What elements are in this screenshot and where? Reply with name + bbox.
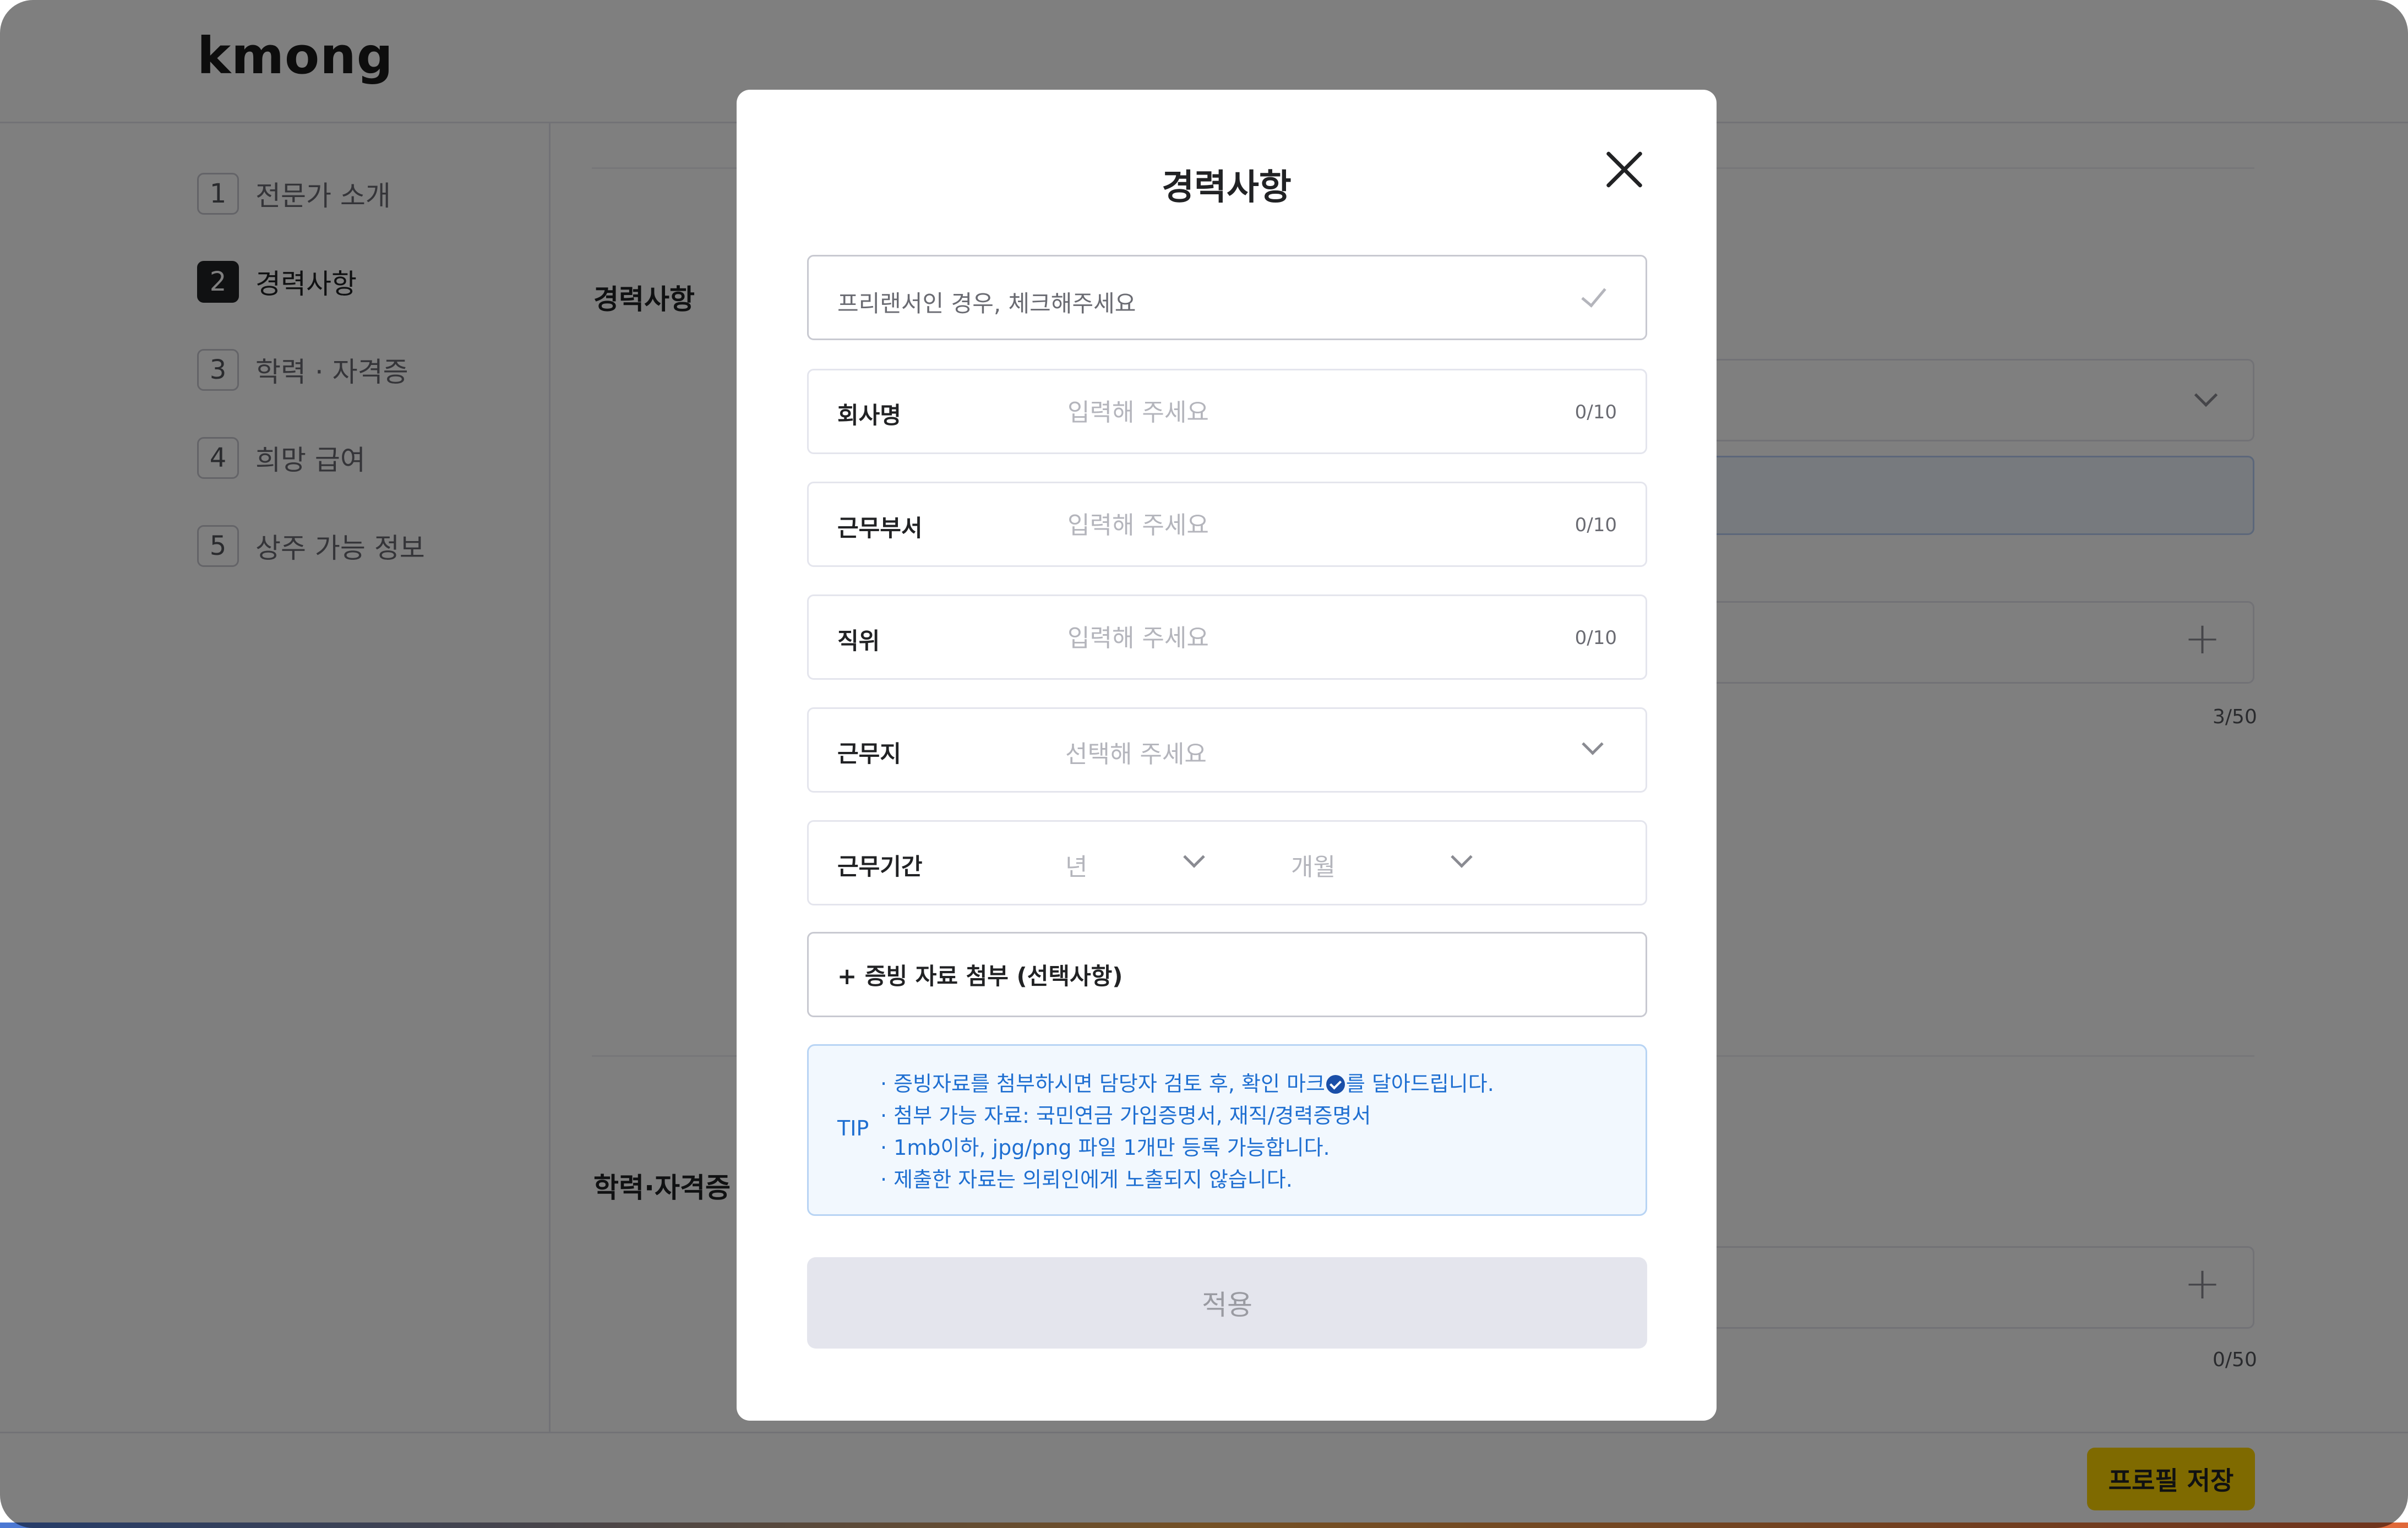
modal-title: 경력사항 [1162,167,1292,208]
month-placeholder: 개월 [1291,853,1336,881]
close-icon[interactable] [1603,148,1647,192]
tip-box: TIP · 증빙자료를 첨부하시면 담당자 검토 후, 확인 마크 를 달아드립니… [807,1044,1647,1216]
period-field: 근무기간 년 개월 [807,820,1647,905]
verified-badge-icon [1326,1075,1345,1094]
char-count: 0/10 [1575,401,1617,423]
freelancer-checkbox[interactable]: 프리랜서인 경우, 체크해주세요 [807,255,1647,340]
year-placeholder: 년 [1065,853,1088,881]
tip-text: · 증빙자료를 첨부하시면 담당자 검토 후, 확인 마크 [880,1072,1325,1096]
month-select[interactable]: 개월 [1291,833,1478,893]
attach-evidence-button[interactable]: + 증빙 자료 첨부 (선택사항) [807,932,1647,1017]
period-label: 근무기간 [837,853,923,880]
tip-label: TIP [837,1116,869,1140]
char-count: 0/10 [1575,514,1617,536]
location-select[interactable]: 근무지 선택해 주세요 [807,707,1647,793]
career-modal: 경력사항 프리랜서인 경우, 체크해주세요 회사명 0/10 근무부서 0/10… [737,90,1717,1421]
location-placeholder: 선택해 주세요 [1065,740,1207,768]
company-label: 회사명 [837,402,901,429]
tip-line: · 제출한 자료는 의뢰인에게 노출되지 않습니다. [880,1167,1293,1192]
company-field: 회사명 0/10 [807,369,1647,454]
char-count: 0/10 [1575,627,1617,649]
department-field: 근무부서 0/10 [807,482,1647,567]
chevron-down-icon [1582,733,1604,755]
year-select[interactable]: 년 [1065,833,1219,893]
location-label: 근무지 [837,740,901,767]
tip-line: · 증빙자료를 첨부하시면 담당자 검토 후, 확인 마크 를 달아드립니다. [880,1067,1494,1097]
position-field: 직위 0/10 [807,594,1647,680]
tip-text: 를 달아드립니다. [1345,1072,1494,1096]
check-icon [1581,281,1606,308]
position-input[interactable] [1067,616,1563,660]
chevron-down-icon [1183,846,1205,868]
position-label: 직위 [837,627,880,654]
tip-line: · 1mb이하, jpg/png 파일 1개만 등록 가능합니다. [880,1136,1330,1160]
apply-button[interactable]: 적용 [807,1257,1647,1349]
department-input[interactable] [1067,503,1563,547]
tip-line: · 첨부 가능 자료: 국민연금 가입증명서, 재직/경력증명서 [880,1104,1371,1128]
chevron-down-icon [1451,846,1473,868]
department-label: 근무부서 [837,515,923,542]
freelancer-label: 프리랜서인 경우, 체크해주세요 [837,290,1136,317]
company-input[interactable] [1067,390,1563,434]
